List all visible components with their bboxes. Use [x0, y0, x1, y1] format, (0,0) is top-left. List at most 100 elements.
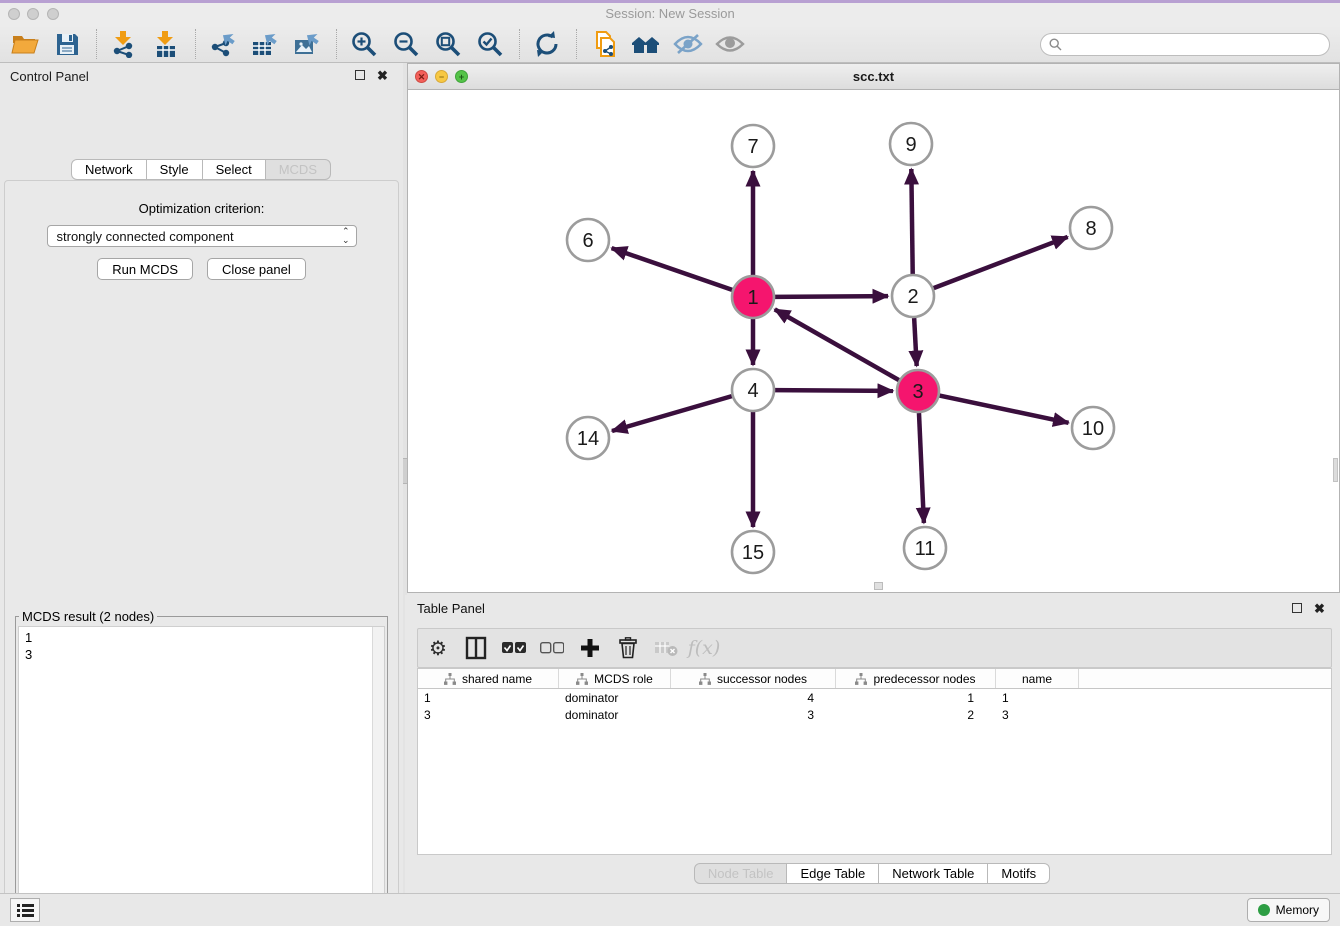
toolbar-separator	[195, 29, 196, 59]
node-label-8: 8	[1085, 218, 1096, 240]
column-header-predecessor-nodes[interactable]: predecessor nodes	[836, 669, 996, 688]
hide-selected-icon[interactable]	[671, 27, 705, 61]
table-row[interactable]: 1dominator411	[418, 689, 1331, 706]
node-label-10: 10	[1082, 418, 1104, 440]
memory-status-icon	[1258, 904, 1270, 916]
show-all-icon	[713, 27, 747, 61]
tab-node-table[interactable]: Node Table	[694, 863, 788, 884]
node-label-2: 2	[907, 286, 918, 308]
tab-network-table[interactable]: Network Table	[878, 863, 988, 884]
memory-button[interactable]: Memory	[1247, 898, 1330, 922]
network-graph[interactable]: 7968124314101511	[408, 90, 1339, 592]
export-image-icon[interactable]	[290, 27, 324, 61]
close-panel-button[interactable]: Close panel	[207, 258, 306, 280]
edge-1-6[interactable]	[612, 248, 733, 290]
cell-shared-name[interactable]: 1	[418, 691, 559, 705]
network-window-titlebar[interactable]: ✕ − + scc.txt	[408, 64, 1339, 90]
home-view-icon[interactable]	[629, 27, 663, 61]
control-panel-tabs: NetworkStyleSelectMCDS	[0, 159, 403, 180]
edge-2-9[interactable]	[911, 169, 912, 274]
criterion-dropdown[interactable]: strongly connected component ⌃⌄	[47, 225, 357, 247]
cell-MCDS-role[interactable]: dominator	[559, 708, 671, 722]
cell-successor-nodes[interactable]: 3	[671, 708, 836, 722]
refresh-icon[interactable]	[530, 27, 564, 61]
node-label-15: 15	[742, 542, 764, 564]
settings-icon[interactable]: ⚙	[424, 634, 452, 662]
network-canvas[interactable]: 7968124314101511	[408, 90, 1339, 592]
delete-column-icon[interactable]	[614, 634, 642, 662]
export-table-icon[interactable]	[248, 27, 282, 61]
open-session-icon[interactable]	[8, 27, 42, 61]
control-panel-title: Control Panel	[10, 69, 89, 84]
zoom-fit-icon[interactable]	[431, 27, 465, 61]
column-header-MCDS-role[interactable]: MCDS role	[559, 669, 671, 688]
cell-name[interactable]: 3	[996, 708, 1079, 722]
cell-MCDS-role[interactable]: dominator	[559, 691, 671, 705]
import-table-icon[interactable]	[149, 27, 183, 61]
import-network-icon[interactable]	[107, 27, 141, 61]
edge-2-8[interactable]	[934, 237, 1068, 288]
mcds-result-textarea[interactable]: 1 3	[18, 626, 385, 926]
select-all-icon[interactable]	[500, 634, 528, 662]
search-input[interactable]	[1068, 38, 1321, 52]
edge-4-3[interactable]	[775, 390, 893, 391]
network-hscroll-thumb[interactable]	[874, 582, 883, 590]
add-column-icon[interactable]	[576, 634, 604, 662]
network-window: ✕ − + scc.txt 7968124314101511	[407, 63, 1340, 593]
table-tabs: Node TableEdge TableNetwork TableMotifs	[405, 863, 1340, 884]
column-header-successor-nodes[interactable]: successor nodes	[671, 669, 836, 688]
node-label-6: 6	[582, 230, 593, 252]
delete-table-icon	[652, 634, 680, 662]
search-icon	[1049, 38, 1062, 51]
toolbar-separator	[519, 29, 520, 59]
tab-select[interactable]: Select	[202, 159, 266, 180]
cell-predecessor-nodes[interactable]: 2	[836, 708, 996, 722]
result-scrollbar[interactable]	[372, 627, 384, 926]
tab-mcds[interactable]: MCDS	[265, 159, 331, 180]
column-label: successor nodes	[717, 672, 807, 686]
node-label-3: 3	[912, 381, 923, 403]
cell-predecessor-nodes[interactable]: 1	[836, 691, 996, 705]
control-panel-float-button[interactable]	[355, 70, 365, 80]
zoom-selected-icon[interactable]	[473, 27, 507, 61]
zoom-out-icon[interactable]	[389, 27, 423, 61]
edge-1-2[interactable]	[775, 296, 888, 297]
edge-3-10[interactable]	[940, 396, 1069, 423]
clear-selection-icon[interactable]	[538, 634, 566, 662]
export-network-icon[interactable]	[206, 27, 240, 61]
edge-2-3[interactable]	[914, 318, 917, 366]
edge-4-14[interactable]	[612, 396, 732, 431]
app-titlebar: Session: New Session	[0, 3, 1340, 25]
network-vscroll-thumb[interactable]	[1333, 458, 1338, 482]
edge-3-11[interactable]	[919, 413, 924, 523]
column-header-name[interactable]: name	[996, 669, 1079, 688]
edge-3-1[interactable]	[775, 309, 899, 380]
column-type-icon	[444, 673, 456, 685]
node-label-9: 9	[905, 134, 916, 156]
tab-network[interactable]: Network	[71, 159, 147, 180]
tab-style[interactable]: Style	[146, 159, 203, 180]
node-table-body: 1dominator4113dominator323	[418, 689, 1331, 723]
cell-successor-nodes[interactable]: 4	[671, 691, 836, 705]
cell-name[interactable]: 1	[996, 691, 1079, 705]
node-label-11: 11	[915, 538, 936, 560]
show-panels-button[interactable]	[10, 898, 40, 922]
search-box[interactable]	[1040, 33, 1330, 56]
table-row[interactable]: 3dominator323	[418, 706, 1331, 723]
mcds-result-values: 1 3	[25, 629, 32, 663]
save-session-icon[interactable]	[50, 27, 84, 61]
table-panel-close-icon[interactable]: ✖	[1313, 603, 1326, 616]
column-header-shared-name[interactable]: shared name	[418, 669, 559, 688]
zoom-in-icon[interactable]	[347, 27, 381, 61]
tab-edge-table[interactable]: Edge Table	[786, 863, 879, 884]
new-network-from-selection-icon[interactable]	[587, 27, 621, 61]
mcds-result-group: MCDS result (2 nodes) 1 3	[15, 609, 388, 926]
tab-motifs[interactable]: Motifs	[987, 863, 1050, 884]
run-mcds-button[interactable]: Run MCDS	[97, 258, 193, 280]
control-panel-close-icon[interactable]: ✖	[376, 70, 389, 83]
cell-shared-name[interactable]: 3	[418, 708, 559, 722]
node-label-4: 4	[747, 380, 758, 402]
show-columns-icon[interactable]	[462, 634, 490, 662]
table-panel-float-button[interactable]	[1292, 603, 1302, 613]
column-type-icon	[699, 673, 711, 685]
